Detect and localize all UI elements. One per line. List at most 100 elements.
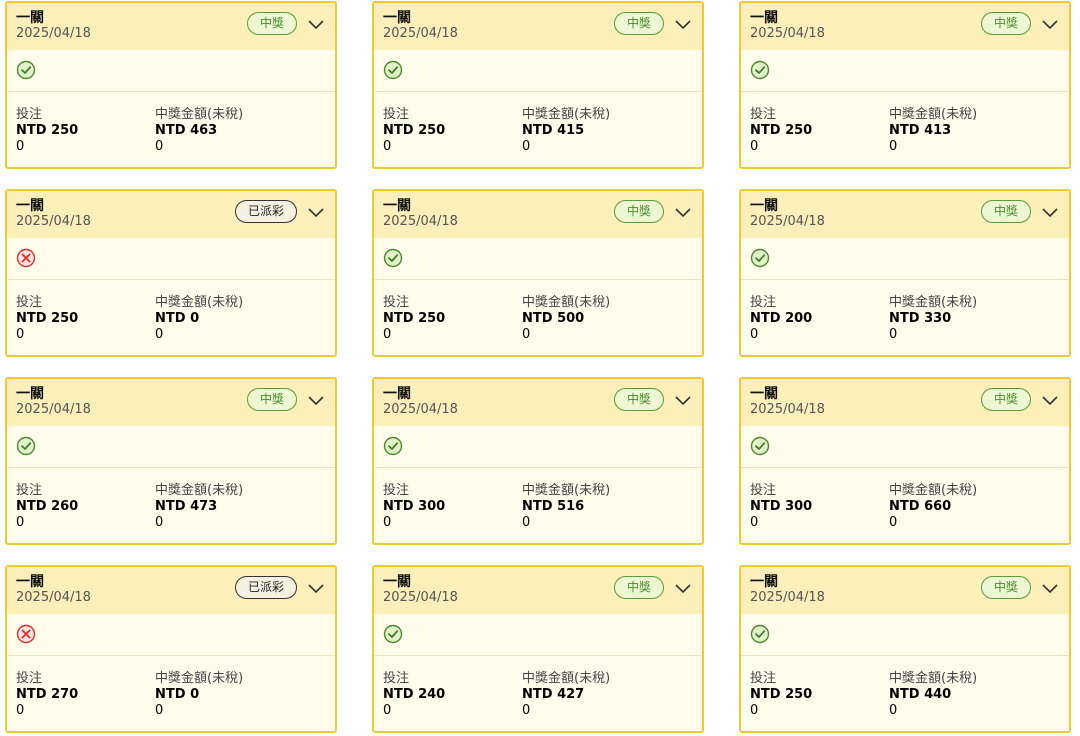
card-header[interactable]: 一關 2025/04/18 中獎 [374, 3, 702, 50]
status-badge: 已派彩 [234, 200, 297, 223]
bet-label: 投注 [383, 295, 410, 310]
prize-extra-value: 0 [889, 703, 898, 718]
bet-extra-value: 0 [750, 515, 759, 530]
chevron-down-icon[interactable] [674, 204, 692, 218]
status-badge: 中獎 [980, 388, 1031, 411]
ticket-card[interactable]: 一關 2025/04/18 中獎 投注 中獎金額(未稅) NTD 250 NTD… [372, 189, 704, 357]
ticket-card[interactable]: 一關 2025/04/18 中獎 投注 中獎金額(未稅) NTD 240 NTD… [372, 565, 704, 733]
ticket-card[interactable]: 一關 2025/04/18 中獎 投注 中獎金額(未稅) NTD 200 NTD… [739, 189, 1071, 357]
check-circle-icon [383, 436, 702, 456]
ticket-card[interactable]: 一關 2025/04/18 已派彩 投注 中獎金額(未稅) NTD 270 NT… [5, 565, 337, 733]
ticket-card[interactable]: 一關 2025/04/18 中獎 投注 中獎金額(未稅) NTD 250 NTD… [739, 565, 1071, 733]
bet-amount: NTD 200 [750, 311, 813, 326]
bet-amount: NTD 300 [750, 499, 813, 514]
check-circle-icon [16, 60, 335, 80]
chevron-down-icon[interactable] [1041, 16, 1059, 30]
bet-amount: NTD 260 [16, 499, 79, 514]
bet-extra-value: 0 [750, 139, 759, 154]
ticket-card[interactable]: 一關 2025/04/18 中獎 投注 中獎金額(未稅) NTD 250 NTD… [372, 1, 704, 169]
card-header[interactable]: 一關 2025/04/18 已派彩 [7, 191, 335, 238]
x-circle-icon [16, 248, 335, 268]
bet-label: 投注 [383, 483, 410, 498]
chevron-down-icon[interactable] [1041, 204, 1059, 218]
bet-amount: NTD 250 [16, 123, 79, 138]
chevron-down-icon[interactable] [1041, 580, 1059, 594]
card-header[interactable]: 一關 2025/04/18 中獎 [374, 567, 702, 614]
x-circle-icon [16, 624, 335, 644]
bet-extra-value: 0 [383, 515, 392, 530]
card-header[interactable]: 一關 2025/04/18 中獎 [374, 379, 702, 426]
card-header[interactable]: 一關 2025/04/18 中獎 [7, 379, 335, 426]
bet-extra-value: 0 [750, 703, 759, 718]
prize-label: 中獎金額(未稅) [889, 295, 978, 310]
bet-extra-value: 0 [383, 139, 392, 154]
ticket-card[interactable]: 一關 2025/04/18 中獎 投注 中獎金額(未稅) NTD 300 NTD… [372, 377, 704, 545]
prize-amount: NTD 427 [522, 687, 585, 702]
ticket-card[interactable]: 一關 2025/04/18 中獎 投注 中獎金額(未稅) NTD 250 NTD… [5, 1, 337, 169]
amount-info: 投注 中獎金額(未稅) NTD 250 NTD 463 0 0 [7, 92, 335, 155]
ticket-card[interactable]: 一關 2025/04/18 中獎 投注 中獎金額(未稅) NTD 260 NTD… [5, 377, 337, 545]
check-circle-icon [383, 248, 702, 268]
prize-label: 中獎金額(未稅) [522, 483, 611, 498]
prize-extra-value: 0 [155, 703, 164, 718]
result-row [374, 50, 702, 92]
chevron-down-icon[interactable] [307, 392, 325, 406]
bet-extra-value: 0 [16, 703, 25, 718]
ticket-card[interactable]: 一關 2025/04/18 中獎 投注 中獎金額(未稅) NTD 300 NTD… [739, 377, 1071, 545]
prize-label: 中獎金額(未稅) [522, 295, 611, 310]
card-header[interactable]: 一關 2025/04/18 中獎 [741, 191, 1069, 238]
chevron-down-icon[interactable] [674, 580, 692, 594]
chevron-down-icon[interactable] [307, 16, 325, 30]
amount-info: 投注 中獎金額(未稅) NTD 260 NTD 473 0 0 [7, 468, 335, 531]
prize-extra-value: 0 [155, 515, 164, 530]
bet-label: 投注 [750, 671, 777, 686]
check-circle-icon [383, 60, 702, 80]
bet-amount: NTD 250 [750, 687, 813, 702]
prize-label: 中獎金額(未稅) [155, 483, 244, 498]
amount-info: 投注 中獎金額(未稅) NTD 250 NTD 0 0 0 [7, 280, 335, 343]
status-badge: 中獎 [980, 576, 1031, 599]
amount-info: 投注 中獎金額(未稅) NTD 270 NTD 0 0 0 [7, 656, 335, 719]
amount-info: 投注 中獎金額(未稅) NTD 250 NTD 415 0 0 [374, 92, 702, 155]
prize-amount: NTD 330 [889, 311, 952, 326]
chevron-down-icon[interactable] [307, 204, 325, 218]
bet-label: 投注 [750, 107, 777, 122]
prize-amount: NTD 473 [155, 499, 218, 514]
prize-label: 中獎金額(未稅) [155, 295, 244, 310]
bet-label: 投注 [383, 671, 410, 686]
card-header[interactable]: 一關 2025/04/18 中獎 [7, 3, 335, 50]
chevron-down-icon[interactable] [674, 392, 692, 406]
bet-extra-value: 0 [16, 139, 25, 154]
check-circle-icon [750, 436, 1069, 456]
prize-label: 中獎金額(未稅) [522, 107, 611, 122]
status-badge: 中獎 [980, 200, 1031, 223]
prize-label: 中獎金額(未稅) [155, 671, 244, 686]
chevron-down-icon[interactable] [307, 580, 325, 594]
status-badge: 已派彩 [234, 576, 297, 599]
prize-extra-value: 0 [889, 327, 898, 342]
prize-extra-value: 0 [889, 139, 898, 154]
prize-amount: NTD 463 [155, 123, 218, 138]
chevron-down-icon[interactable] [1041, 392, 1059, 406]
prize-label: 中獎金額(未稅) [889, 671, 978, 686]
card-header[interactable]: 一關 2025/04/18 中獎 [741, 567, 1069, 614]
card-header[interactable]: 一關 2025/04/18 中獎 [741, 3, 1069, 50]
card-header[interactable]: 一關 2025/04/18 中獎 [741, 379, 1069, 426]
chevron-down-icon[interactable] [674, 16, 692, 30]
ticket-card[interactable]: 一關 2025/04/18 中獎 投注 中獎金額(未稅) NTD 250 NTD… [739, 1, 1071, 169]
prize-extra-value: 0 [889, 515, 898, 530]
card-header[interactable]: 一關 2025/04/18 已派彩 [7, 567, 335, 614]
check-circle-icon [750, 248, 1069, 268]
bet-extra-value: 0 [16, 515, 25, 530]
result-row [7, 50, 335, 92]
prize-amount: NTD 500 [522, 311, 585, 326]
bet-amount: NTD 250 [750, 123, 813, 138]
prize-extra-value: 0 [522, 327, 531, 342]
bet-label: 投注 [750, 483, 777, 498]
bet-amount: NTD 250 [16, 311, 79, 326]
ticket-card[interactable]: 一關 2025/04/18 已派彩 投注 中獎金額(未稅) NTD 250 NT… [5, 189, 337, 357]
result-row [374, 238, 702, 280]
amount-info: 投注 中獎金額(未稅) NTD 300 NTD 516 0 0 [374, 468, 702, 531]
card-header[interactable]: 一關 2025/04/18 中獎 [374, 191, 702, 238]
prize-amount: NTD 415 [522, 123, 585, 138]
